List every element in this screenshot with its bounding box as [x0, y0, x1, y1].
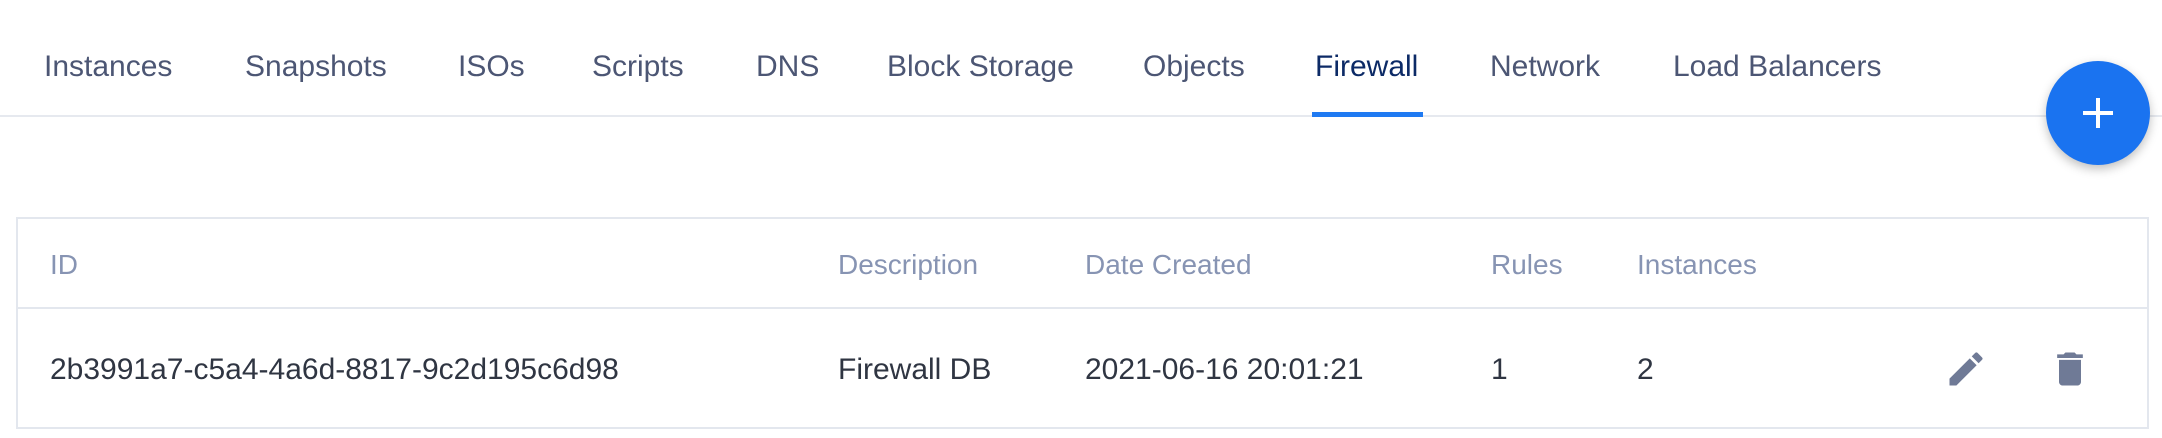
- header-divider: [18, 307, 2147, 309]
- tab-load-balancers[interactable]: Load Balancers: [1673, 50, 1881, 84]
- tab-objects[interactable]: Objects: [1143, 50, 1245, 84]
- cell-description: Firewall DB: [838, 353, 992, 386]
- tab-scripts[interactable]: Scripts: [592, 50, 684, 84]
- cell-date-created: 2021-06-16 20:01:21: [1085, 353, 1364, 386]
- column-header-date-created[interactable]: Date Created: [1085, 249, 1252, 281]
- add-button[interactable]: [2046, 61, 2150, 165]
- tab-block-storage[interactable]: Block Storage: [887, 50, 1074, 84]
- tab-network[interactable]: Network: [1490, 50, 1600, 84]
- tab-dns[interactable]: DNS: [756, 50, 819, 84]
- active-tab-indicator: [1312, 112, 1423, 117]
- cell-rules: 1: [1491, 353, 1508, 386]
- column-header-id[interactable]: ID: [50, 249, 78, 281]
- edit-button[interactable]: [1944, 347, 1988, 396]
- tab-isos[interactable]: ISOs: [458, 50, 525, 84]
- trash-icon: [2057, 352, 2083, 386]
- tab-bar: Instances Snapshots ISOs Scripts DNS Blo…: [0, 0, 2162, 117]
- column-header-rules[interactable]: Rules: [1491, 249, 1563, 281]
- tab-snapshots[interactable]: Snapshots: [245, 50, 387, 84]
- cell-instances: 2: [1637, 353, 1654, 386]
- plus-icon: [2083, 98, 2113, 128]
- column-header-instances[interactable]: Instances: [1637, 249, 1757, 281]
- firewall-table: ID Description Date Created Rules Instan…: [16, 217, 2149, 429]
- delete-button[interactable]: [2048, 347, 2092, 396]
- cell-id: 2b3991a7-c5a4-4a6d-8817-9c2d195c6d98: [50, 353, 619, 386]
- pencil-icon: [1949, 352, 1983, 386]
- column-header-description[interactable]: Description: [838, 249, 978, 281]
- tab-instances[interactable]: Instances: [44, 50, 172, 84]
- tab-firewall[interactable]: Firewall: [1315, 50, 1418, 84]
